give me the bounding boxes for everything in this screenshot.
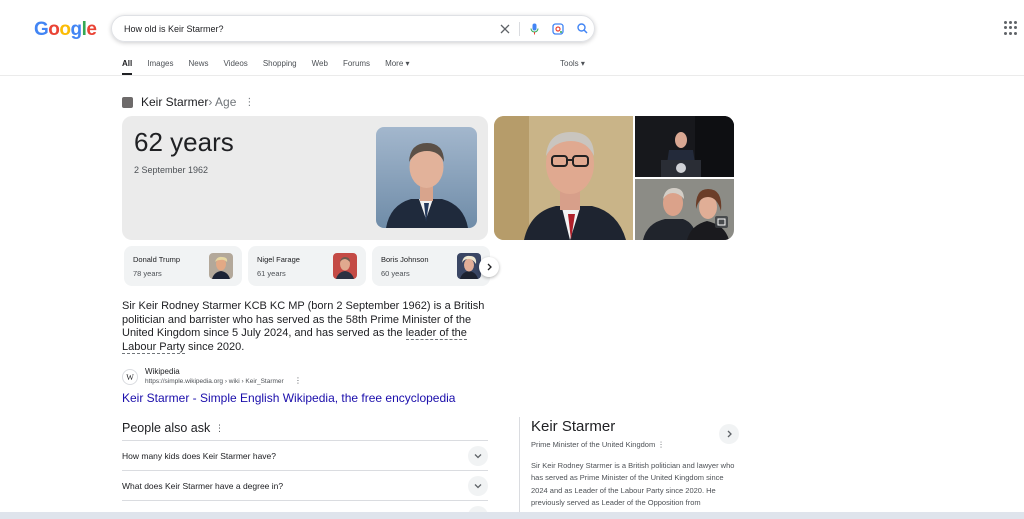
panel-options-icon[interactable]: ⋮: [657, 440, 665, 449]
search-tabs: All Images News Videos Shopping Web Forums More…: [122, 59, 425, 75]
search-query[interactable]: How old is Keir Starmer?: [124, 24, 493, 34]
tab-images[interactable]: Images: [147, 59, 173, 75]
related-person-photo: [333, 253, 357, 279]
entity-attribute: › Age: [208, 95, 237, 109]
panel-title: Keir Starmer: [531, 418, 616, 435]
next-arrow-button[interactable]: [479, 257, 499, 277]
panel-description: Sir Keir Rodney Starmer is a British pol…: [531, 461, 735, 508]
related-person-age: 61 years: [257, 269, 286, 278]
panel-subtitle-text: Prime Minister of the United Kingdom: [531, 440, 656, 449]
chevron-down-icon[interactable]: [468, 446, 488, 466]
portrait-image[interactable]: [376, 127, 477, 228]
source-name[interactable]: Wikipedia: [145, 367, 180, 376]
panel-divider: [519, 417, 520, 519]
paa-options-icon[interactable]: ⋮: [215, 423, 224, 434]
more-options-icon[interactable]: ⋮: [244, 97, 254, 108]
related-person-photo: [209, 253, 233, 279]
lens-icon[interactable]: [546, 16, 570, 41]
related-person-age: 78 years: [133, 269, 162, 278]
divider: [519, 21, 520, 36]
panel-next-button[interactable]: [719, 424, 739, 444]
entity-thumbnail[interactable]: [122, 96, 133, 108]
tab-all[interactable]: All: [122, 59, 133, 75]
search-icon[interactable]: [570, 16, 594, 41]
paa-question-text: How many kids does Keir Starmer have?: [122, 450, 277, 461]
related-person-name: Donald Trump: [133, 255, 181, 264]
google-logo[interactable]: Google: [34, 19, 97, 41]
tab-shopping[interactable]: Shopping: [263, 59, 297, 75]
related-person-name: Boris Johnson: [381, 255, 429, 264]
paa-question-text: What does Keir Starmer have a degree in?: [122, 480, 284, 491]
logo-letter: g: [70, 19, 83, 40]
logo-letter: o: [59, 19, 71, 40]
chevron-down-icon[interactable]: [468, 476, 488, 496]
source-options-icon[interactable]: ⋮: [294, 376, 302, 385]
gallery-image-couple[interactable]: [635, 179, 734, 240]
tab-videos[interactable]: Videos: [223, 59, 247, 75]
source-url[interactable]: https://simple.wikipedia.org › wiki › Ke…: [145, 378, 284, 385]
tab-forums[interactable]: Forums: [343, 59, 370, 75]
paa-heading: People also ask: [122, 421, 211, 435]
logo-letter: G: [34, 19, 49, 40]
age-value: 62 years: [134, 127, 234, 157]
birth-date: 2 September 1962: [134, 165, 209, 175]
tab-news[interactable]: News: [188, 59, 208, 75]
source-title-link[interactable]: Keir Starmer - Simple English Wikipedia,…: [122, 391, 455, 405]
panel-subtitle: Prime Minister of the United Kingdom ⋮: [531, 440, 665, 449]
header-divider: [0, 75, 1024, 76]
tab-more[interactable]: More ▾: [385, 59, 409, 75]
taskbar-strip: [0, 512, 1024, 519]
related-person-age: 60 years: [381, 269, 410, 278]
entity-description: Sir Keir Rodney Starmer KCB KC MP (born …: [122, 300, 492, 354]
related-person-card[interactable]: Boris Johnson 60 years: [372, 246, 490, 286]
tools-menu[interactable]: Tools ▾: [560, 59, 585, 68]
related-person-card[interactable]: Donald Trump 78 years: [124, 246, 242, 286]
paa-question[interactable]: What does Keir Starmer have a degree in?: [122, 470, 488, 500]
gallery-image-main[interactable]: [494, 116, 633, 240]
description-text-end: since 2020.: [184, 340, 245, 353]
logo-letter: o: [48, 19, 60, 40]
related-person-card[interactable]: Nigel Farage 61 years: [248, 246, 366, 286]
answer-header: Keir Starmer › Age ⋮: [122, 95, 254, 109]
entity-name[interactable]: Keir Starmer: [141, 95, 208, 109]
paa-question[interactable]: How many kids does Keir Starmer have?: [122, 440, 488, 470]
close-icon[interactable]: [493, 16, 517, 41]
wikipedia-favicon: W: [122, 369, 138, 385]
related-person-name: Nigel Farage: [257, 255, 300, 264]
logo-letter: e: [86, 19, 97, 40]
microphone-icon[interactable]: [522, 16, 546, 41]
related-person-photo: [457, 253, 481, 279]
search-box[interactable]: How old is Keir Starmer?: [111, 15, 595, 42]
apps-icon[interactable]: [1004, 21, 1018, 35]
gallery-image-downing-street[interactable]: [635, 116, 734, 177]
tab-web[interactable]: Web: [312, 59, 328, 75]
